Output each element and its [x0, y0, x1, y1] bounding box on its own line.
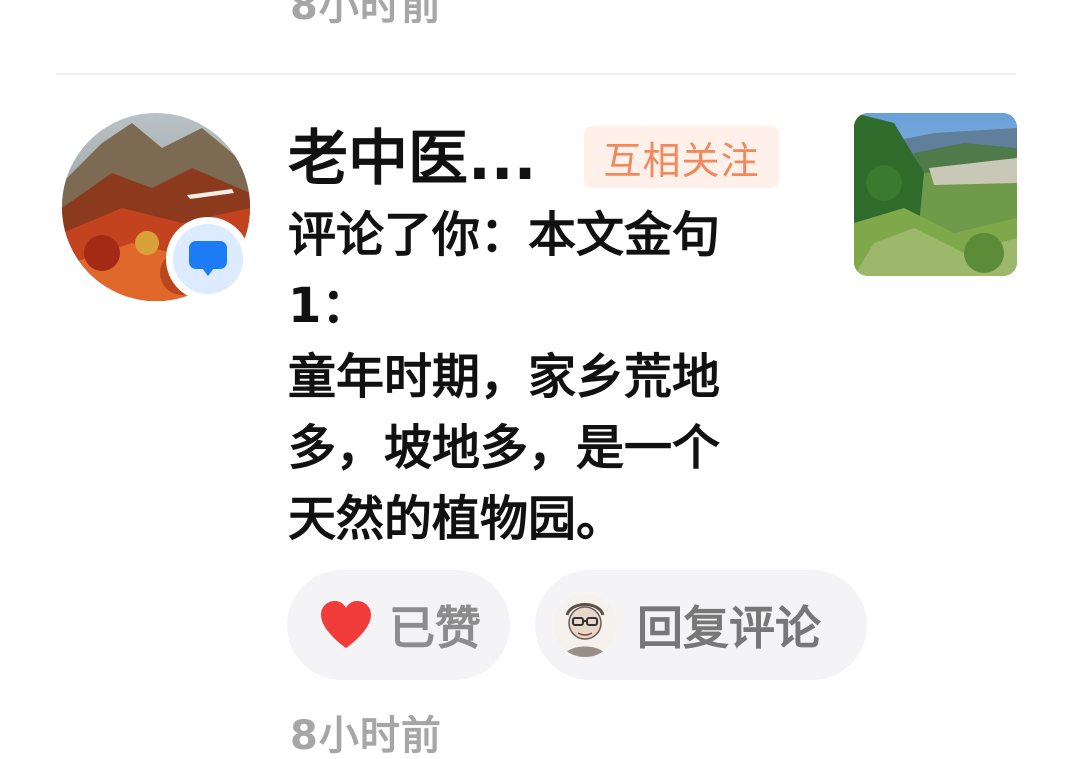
my-avatar — [553, 593, 617, 657]
reply-label: 回复评论 — [637, 601, 821, 655]
comment-badge — [166, 217, 250, 301]
liked-button[interactable]: 已赞 — [287, 570, 510, 680]
comment-bubble-icon — [189, 241, 227, 276]
article-thumbnail[interactable] — [854, 113, 1017, 276]
heart-icon — [321, 601, 371, 648]
comment-content[interactable]: 评论了你：本文金句 1： 童年时期，家乡荒地 多，坡地多，是一个 天然的植物园。 — [288, 200, 808, 555]
username[interactable]: 老中医... — [288, 126, 536, 192]
previous-item-time: 8小时前 — [290, 0, 442, 29]
divider — [56, 73, 1016, 75]
user-avatar[interactable] — [62, 113, 250, 301]
notification-time: 8小时前 — [290, 713, 442, 759]
liked-label: 已赞 — [389, 601, 481, 655]
mutual-follow-badge: 互相关注 — [584, 126, 779, 188]
reply-comment-button[interactable]: 回复评论 — [535, 570, 867, 680]
